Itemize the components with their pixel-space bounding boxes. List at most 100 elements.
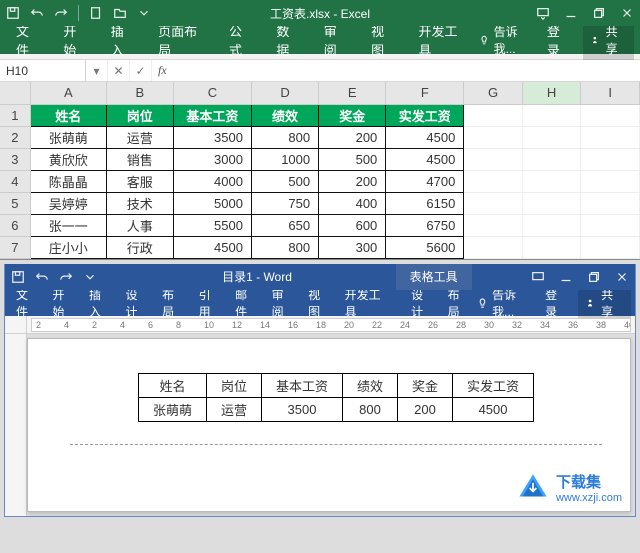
table-cell[interactable]: 4500	[453, 397, 534, 421]
open-icon[interactable]	[113, 6, 127, 20]
cell[interactable]	[581, 170, 640, 192]
cell[interactable]	[522, 236, 581, 258]
col-header[interactable]: E	[319, 82, 386, 104]
name-box[interactable]: H10	[0, 60, 86, 81]
close-icon[interactable]	[615, 270, 629, 284]
cell[interactable]: 技术	[106, 192, 173, 214]
cell[interactable]: 庄小小	[30, 236, 106, 258]
table-row[interactable]: 姓名 岗位 基本工资 绩效 奖金 实发工资	[138, 373, 533, 397]
table-cell[interactable]: 张萌萌	[138, 397, 206, 421]
close-icon[interactable]	[620, 6, 634, 20]
cell[interactable]: 4700	[386, 170, 464, 192]
cell[interactable]: 650	[251, 214, 318, 236]
cell[interactable]: 运营	[106, 126, 173, 148]
cell[interactable]	[464, 170, 523, 192]
cell[interactable]: 3000	[173, 148, 251, 170]
cell[interactable]: 销售	[106, 148, 173, 170]
cell[interactable]: 奖金	[319, 104, 386, 126]
cell[interactable]	[581, 104, 640, 126]
row-header[interactable]: 3	[0, 148, 30, 170]
namebox-dropdown-icon[interactable]: ▾	[86, 60, 108, 81]
cell[interactable]: 1000	[251, 148, 318, 170]
cell[interactable]: 实发工资	[386, 104, 464, 126]
cell[interactable]: 500	[251, 170, 318, 192]
cell[interactable]: 行政	[106, 236, 173, 258]
word-table[interactable]: 姓名 岗位 基本工资 绩效 奖金 实发工资 张萌萌 运营 3500 800 20…	[138, 373, 534, 422]
cell[interactable]: 800	[251, 126, 318, 148]
cell[interactable]	[522, 126, 581, 148]
cell[interactable]: 人事	[106, 214, 173, 236]
cell[interactable]: 5000	[173, 192, 251, 214]
word-page[interactable]: 姓名 岗位 基本工资 绩效 奖金 实发工资 张萌萌 运营 3500 800 20…	[27, 338, 631, 512]
cell[interactable]	[464, 126, 523, 148]
cell[interactable]	[522, 214, 581, 236]
col-header[interactable]: A	[30, 82, 106, 104]
table-cell[interactable]: 800	[343, 397, 398, 421]
cell[interactable]: 陈晶晶	[30, 170, 106, 192]
col-header[interactable]: D	[251, 82, 318, 104]
row-header[interactable]: 1	[0, 104, 30, 126]
share-button[interactable]: 共享	[583, 20, 634, 60]
qat-dropdown-icon[interactable]	[83, 270, 97, 284]
table-cell[interactable]: 基本工资	[261, 373, 342, 397]
col-header[interactable]: I	[581, 82, 640, 104]
cell[interactable]: 800	[251, 236, 318, 258]
row-header[interactable]: 4	[0, 170, 30, 192]
table-row[interactable]: 张萌萌 运营 3500 800 200 4500	[138, 397, 533, 421]
row-header[interactable]: 6	[0, 214, 30, 236]
row-header[interactable]: 2	[0, 126, 30, 148]
restore-icon[interactable]	[592, 6, 606, 20]
table-cell[interactable]: 200	[398, 397, 453, 421]
cell[interactable]	[464, 192, 523, 214]
table-cell[interactable]: 奖金	[398, 373, 453, 397]
cell[interactable]: 6150	[386, 192, 464, 214]
table-cell[interactable]: 岗位	[206, 373, 261, 397]
undo-icon[interactable]	[35, 270, 49, 284]
enter-icon[interactable]: ✓	[130, 60, 152, 81]
row-header[interactable]: 5	[0, 192, 30, 214]
col-header[interactable]: H	[522, 82, 581, 104]
redo-icon[interactable]	[59, 270, 73, 284]
cell[interactable]	[581, 148, 640, 170]
minimize-icon[interactable]	[559, 270, 573, 284]
minimize-icon[interactable]	[564, 6, 578, 20]
new-icon[interactable]	[89, 6, 103, 20]
qat-dropdown-icon[interactable]	[137, 6, 151, 20]
tell-me[interactable]: 告诉我...	[479, 23, 533, 57]
undo-icon[interactable]	[30, 6, 44, 20]
cell[interactable]	[581, 192, 640, 214]
cell[interactable]: 4500	[173, 236, 251, 258]
cell[interactable]	[464, 214, 523, 236]
cell[interactable]	[522, 170, 581, 192]
cell[interactable]	[464, 148, 523, 170]
cell[interactable]	[581, 214, 640, 236]
table-cell[interactable]: 运营	[206, 397, 261, 421]
save-icon[interactable]	[6, 6, 20, 20]
cell[interactable]: 750	[251, 192, 318, 214]
cell[interactable]	[581, 236, 640, 258]
cell[interactable]	[464, 236, 523, 258]
col-header[interactable]: C	[173, 82, 251, 104]
cell[interactable]: 4000	[173, 170, 251, 192]
cell[interactable]: 500	[319, 148, 386, 170]
redo-icon[interactable]	[54, 6, 68, 20]
col-header[interactable]: B	[106, 82, 173, 104]
row-header[interactable]: 7	[0, 236, 30, 258]
cell[interactable]: 300	[319, 236, 386, 258]
cell[interactable]: 吴婷婷	[30, 192, 106, 214]
ribbon-options-icon[interactable]	[536, 6, 550, 20]
cell[interactable]: 6750	[386, 214, 464, 236]
cell[interactable]: 绩效	[251, 104, 318, 126]
cell[interactable]: 张一一	[30, 214, 106, 236]
tell-me[interactable]: 告诉我...	[477, 286, 534, 320]
col-header[interactable]: F	[386, 82, 464, 104]
cell[interactable]: 600	[319, 214, 386, 236]
fx-label[interactable]: fx	[152, 63, 173, 78]
cell[interactable]: 3500	[173, 126, 251, 148]
cell[interactable]: 4500	[386, 126, 464, 148]
cell[interactable]	[581, 126, 640, 148]
cell[interactable]: 张萌萌	[30, 126, 106, 148]
cell[interactable]	[522, 104, 581, 126]
cell[interactable]: 4500	[386, 148, 464, 170]
cell[interactable]: 岗位	[106, 104, 173, 126]
